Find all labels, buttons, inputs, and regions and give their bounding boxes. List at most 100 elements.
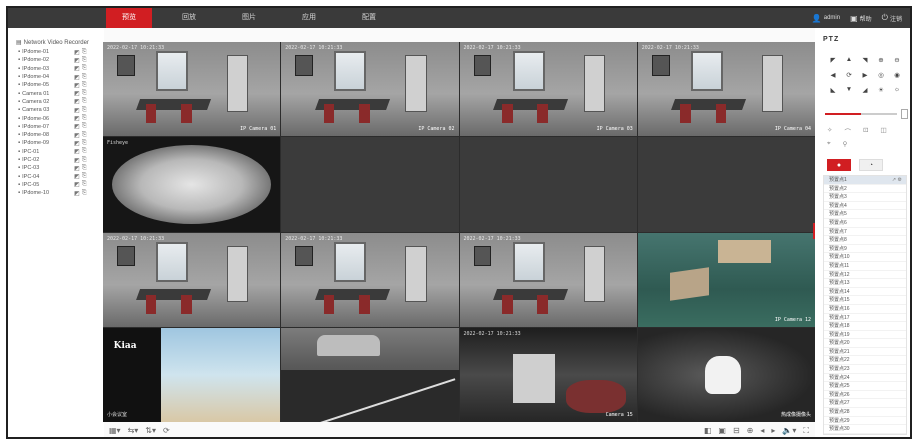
play-icon[interactable]: ◩ — [74, 165, 80, 172]
camera-list-item[interactable]: ▪ IPdome-07 ◩ ⎘ — [8, 123, 104, 131]
preset-item[interactable]: 预置点16 — [824, 305, 906, 314]
preset-item[interactable]: 预置点19 — [824, 331, 906, 340]
camera-list-item[interactable]: ▪ IPdome-02 ◩ ⎘ — [8, 56, 104, 64]
record-icon[interactable]: ⎘ — [82, 190, 87, 197]
preset-item[interactable]: 预置点17 — [824, 314, 906, 323]
camera-list-item[interactable]: ▪ IPdome-06 ◩ ⎘ — [8, 114, 104, 122]
record-icon[interactable]: ⎘ — [82, 148, 87, 155]
play-icon[interactable]: ◩ — [74, 82, 80, 89]
tab-configuration[interactable]: 配置 — [346, 8, 392, 28]
video-tile[interactable] — [459, 137, 637, 232]
preset-item[interactable]: 预置点8 — [824, 236, 906, 245]
record-icon[interactable]: ⎘ — [82, 49, 87, 56]
preset-item[interactable]: 预置点25 — [824, 382, 906, 391]
play-icon[interactable]: ◩ — [74, 123, 80, 130]
record-icon[interactable]: ⎘ — [82, 57, 87, 64]
zoom-icon[interactable]: ⊕ — [747, 426, 754, 435]
play-icon[interactable]: ◩ — [74, 115, 80, 122]
video-tile[interactable]: 2022-02-17 10:21:33 IP Camera 03 — [459, 42, 637, 137]
record-icon[interactable]: ⎘ — [82, 140, 87, 147]
play-icon[interactable]: ◩ — [74, 98, 80, 105]
tab-presets[interactable]: ● — [827, 159, 851, 171]
video-tile[interactable]: 2022-02-17 10:21:33 IP Camera 01 — [103, 42, 281, 137]
prev-page-icon[interactable]: ◂ — [760, 426, 764, 435]
preset-item[interactable]: 预置点29 — [824, 417, 906, 426]
record-icon[interactable]: ⎘ — [82, 82, 87, 89]
preset-item[interactable]: 预置点30 — [824, 425, 906, 434]
window-layout-icon[interactable]: ▦▾ — [109, 426, 121, 435]
record-icon[interactable]: ⎘ — [82, 65, 87, 72]
preset-item[interactable]: 预置点27 — [824, 399, 906, 409]
ptz-right-icon[interactable]: ▶ — [857, 67, 873, 82]
refresh-icon[interactable]: ⟳ — [163, 426, 170, 435]
preset-item[interactable]: 预置点9 — [824, 245, 906, 254]
play-icon[interactable]: ◩ — [74, 90, 80, 97]
play-icon[interactable]: ◩ — [74, 157, 80, 164]
ptz-left-icon[interactable]: ◀ — [825, 67, 841, 82]
search-icon[interactable]: ⚲ — [843, 140, 848, 148]
video-tile[interactable]: 2022-02-17 10:21:33 Camera 15 — [459, 327, 637, 422]
camera-list-item[interactable]: ▪ IPC-02 ◩ ⎘ — [8, 156, 104, 164]
video-tile[interactable]: Fisheye — [103, 137, 281, 232]
camera-list-item[interactable]: ▪ IPdome-03 ◩ ⎘ — [8, 65, 104, 73]
goto-preset-icon[interactable]: ↗ — [892, 177, 896, 183]
ptz-iris-open-icon[interactable]: ☀ — [873, 82, 889, 97]
lens-init-icon[interactable]: ◫ — [880, 126, 886, 136]
camera-list-item[interactable]: ▪ Camera 02 ◩ ⎘ — [8, 98, 104, 106]
preset-item[interactable]: 预置点20 — [824, 339, 906, 348]
preset-item[interactable]: 预置点26 — [824, 391, 906, 400]
play-icon[interactable]: ◩ — [74, 57, 80, 64]
record-icon[interactable]: ⎘ — [82, 107, 87, 114]
play-icon[interactable]: ◩ — [74, 148, 80, 155]
preset-item[interactable]: 预置点18 — [824, 322, 906, 331]
set-preset-icon[interactable]: ⚙ — [898, 177, 902, 183]
ptz-auto-icon[interactable]: ⟳ — [841, 67, 857, 82]
camera-list-item[interactable]: ▪ Camera 01 ◩ ⎘ — [8, 89, 104, 97]
preset-item[interactable]: 预置点10 — [824, 253, 906, 262]
tab-live-view[interactable]: 预览 — [106, 8, 152, 28]
camera-list-item[interactable]: ▪ IPdome-04 ◩ ⎘ — [8, 73, 104, 81]
preset-item[interactable]: 预置点23 — [824, 365, 906, 374]
tab-playback[interactable]: 回放 — [166, 8, 212, 28]
ptz-zoom-out-icon[interactable]: ⊖ — [889, 52, 905, 67]
camera-list-item[interactable]: ▪ IPC-03 ◩ ⎘ — [8, 164, 104, 172]
next-page-icon[interactable]: ▸ — [771, 426, 775, 435]
ptz-down-right-icon[interactable]: ◢ — [857, 82, 873, 97]
preset-item[interactable]: 预置点14 — [824, 288, 906, 297]
preset-item[interactable]: ↗ ⚙ 预置点1 — [824, 176, 906, 185]
video-tile[interactable]: 2022-02-17 10:21:33 — [281, 232, 459, 327]
play-icon[interactable]: ◩ — [74, 74, 80, 81]
preset-item[interactable]: 预置点7 — [824, 228, 906, 237]
tab-patrols[interactable]: ◔ — [859, 159, 883, 171]
camera-list-item[interactable]: ▪ IPdome-05 ◩ ⎘ — [8, 81, 104, 89]
wiper-icon[interactable]: ⌒ — [844, 126, 851, 136]
video-tile[interactable]: 热成像摄像头 — [637, 327, 815, 422]
camera-list-item[interactable]: ▪ IPdome-01 ◩ ⎘ — [8, 48, 104, 56]
preset-item[interactable]: 预置点28 — [824, 408, 906, 417]
preset-item[interactable]: 预置点21 — [824, 348, 906, 357]
play-icon[interactable]: ◩ — [74, 49, 80, 56]
video-tile[interactable]: IP Camera 12 — [637, 232, 815, 327]
video-tile[interactable]: 2022-02-17 10:21:33 IP Camera 02 — [281, 42, 459, 137]
fullscreen-icon[interactable]: ⛶ — [803, 426, 809, 436]
video-tile[interactable]: 2022-02-17 10:21:33 — [459, 232, 637, 327]
preset-item[interactable]: 预置点11 — [824, 262, 906, 271]
tab-picture[interactable]: 图片 — [226, 8, 272, 28]
record-icon[interactable]: ⎘ — [82, 98, 87, 105]
stream-type-icon[interactable]: ⇆▾ — [128, 426, 139, 435]
preset-item[interactable]: 预置点22 — [824, 356, 906, 366]
camera-list-item[interactable]: ▪ IPdome-08 ◩ ⎘ — [8, 131, 104, 139]
camera-list-item[interactable]: ▪ IPC-04 ◩ ⎘ — [8, 172, 104, 180]
tab-application[interactable]: 应用 — [286, 8, 332, 28]
preset-item[interactable]: 预置点13 — [824, 279, 906, 288]
manual-track-icon[interactable]: ⌖ — [827, 140, 831, 148]
ptz-focus-far-icon[interactable]: ◉ — [889, 67, 905, 82]
preset-item[interactable]: 预置点12 — [824, 271, 906, 280]
ptz-iris-close-icon[interactable]: ☼ — [889, 82, 905, 97]
preset-item[interactable]: 预置点5 — [824, 210, 906, 219]
play-icon[interactable]: ◩ — [74, 65, 80, 72]
record-icon[interactable]: ⎘ — [82, 132, 87, 139]
video-tile[interactable]: 2022-02-17 10:21:33 IP Camera 04 — [637, 42, 815, 137]
record-icon[interactable]: ⎘ — [82, 157, 87, 164]
ptz-down-left-icon[interactable]: ◣ — [825, 82, 841, 97]
